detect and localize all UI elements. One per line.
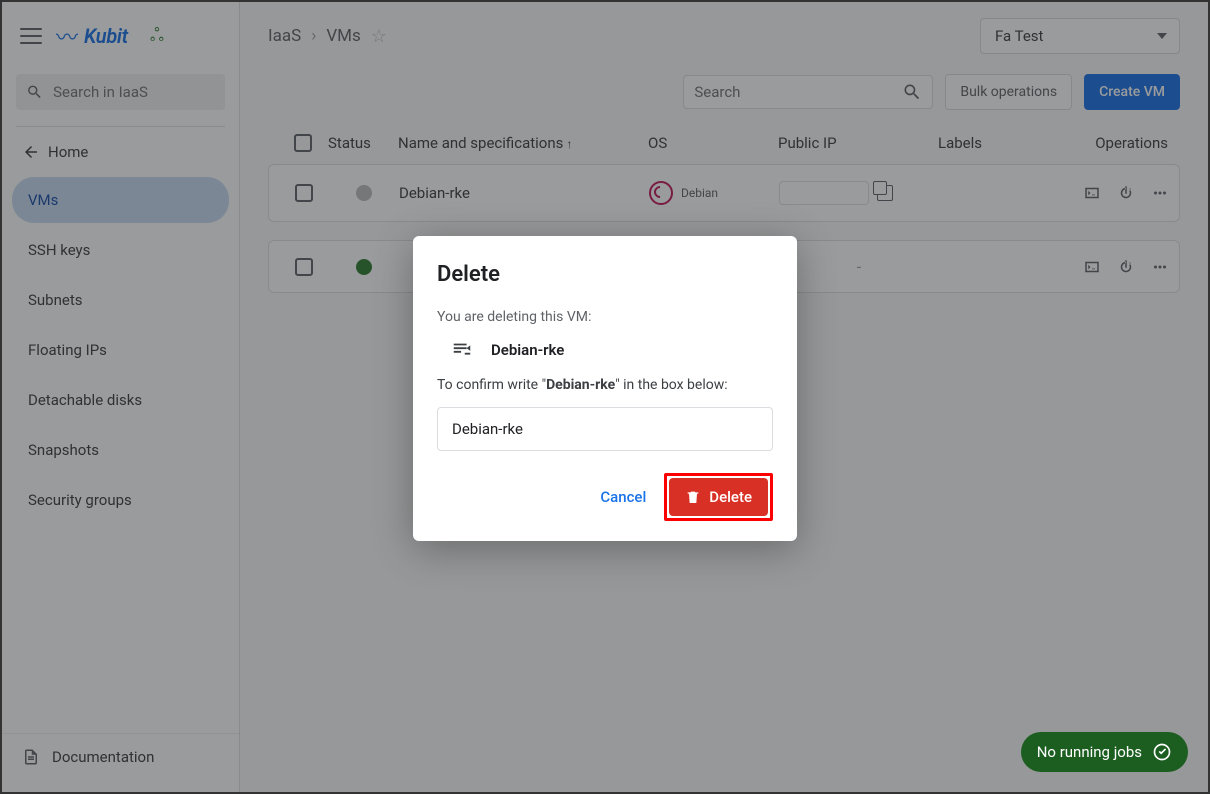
modal-title: Delete [437,262,773,287]
trash-icon [685,489,701,505]
modal-overlay: Delete You are deleting this VM: Debian-… [2,2,1208,792]
delete-button-highlight: Delete [664,473,773,521]
cancel-button[interactable]: Cancel [596,480,650,514]
jobs-label: No running jobs [1037,743,1142,761]
jobs-status-pill[interactable]: No running jobs [1021,732,1188,772]
modal-vm-name: Debian-rke [491,341,564,359]
check-circle-icon [1152,742,1172,762]
vm-icon [451,339,473,361]
delete-label: Delete [709,488,752,506]
confirm-input[interactable] [437,407,773,451]
delete-modal: Delete You are deleting this VM: Debian-… [413,236,797,541]
modal-subtitle: You are deleting this VM: [437,309,773,325]
delete-button[interactable]: Delete [669,478,768,516]
confirm-instruction: To confirm write "Debian-rke" in the box… [437,377,773,393]
